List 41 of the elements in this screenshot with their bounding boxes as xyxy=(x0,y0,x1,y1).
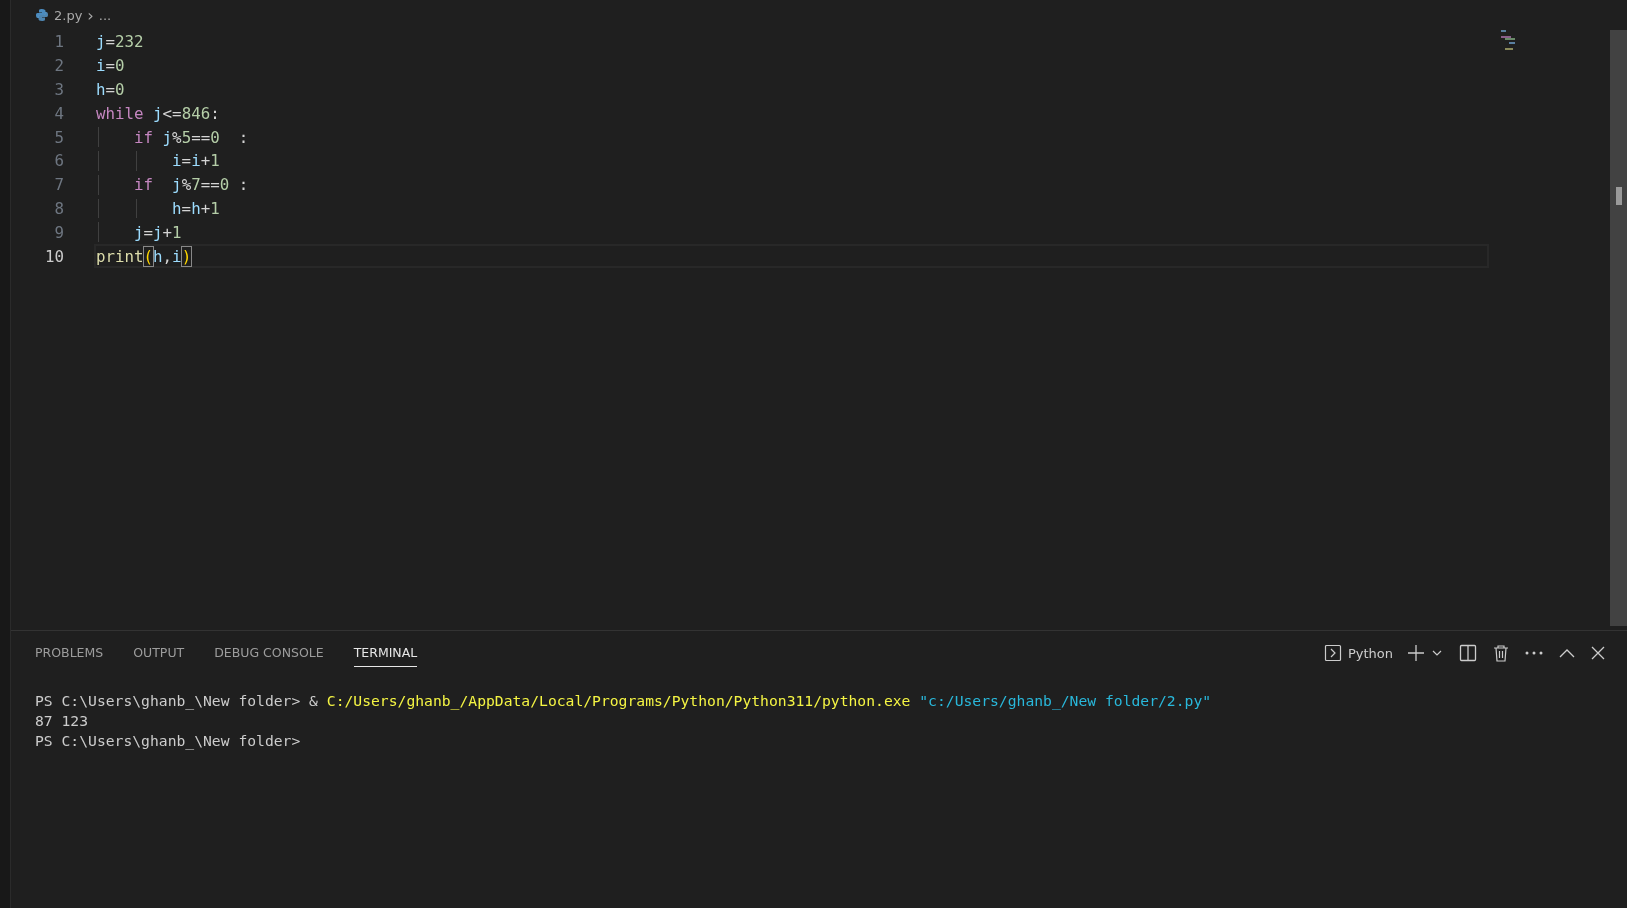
code-line: if j%5==0 : xyxy=(133,127,249,147)
line-number: 4 xyxy=(53,103,65,123)
line-number: 10 xyxy=(43,246,65,266)
terminal-line: PS C:\Users\ghanb_\New folder> xyxy=(35,731,301,751)
close-icon[interactable] xyxy=(1591,646,1605,660)
line-number: 7 xyxy=(53,175,65,195)
python-file-icon xyxy=(35,8,49,22)
line-number: 6 xyxy=(53,151,65,171)
breadcrumb-more[interactable]: ... xyxy=(98,7,112,23)
code-line: while j<=846: xyxy=(96,103,220,123)
code-line: i=i+1 xyxy=(171,151,220,171)
panel-tab[interactable]: PROBLEMS xyxy=(35,639,104,667)
code-line: print(h,i) xyxy=(96,246,192,266)
panel-tab[interactable]: TERMINAL xyxy=(353,639,418,667)
line-number: 8 xyxy=(53,198,65,218)
split-icon[interactable] xyxy=(1459,644,1477,662)
terminal-name[interactable]: Python xyxy=(1347,645,1393,661)
line-number: 1 xyxy=(53,32,65,52)
trash-icon[interactable] xyxy=(1493,644,1509,662)
code-line: j=232 xyxy=(96,32,144,52)
code-line: if j%7==0 : xyxy=(133,175,249,195)
code-line: h=0 xyxy=(96,80,125,99)
breadcrumb-file[interactable]: 2.py xyxy=(54,7,83,23)
panel-tab[interactable]: OUTPUT xyxy=(133,639,185,667)
breadcrumb-separator: › xyxy=(87,5,94,25)
line-number: 9 xyxy=(53,222,65,242)
code-line: h=h+1 xyxy=(171,198,220,218)
more-icon[interactable] xyxy=(1525,651,1543,655)
minimap-drawing xyxy=(1501,30,1517,50)
line-number: 2 xyxy=(53,56,65,76)
scrollbar[interactable] xyxy=(1610,30,1627,626)
terminal-icon xyxy=(1323,644,1342,662)
code-line: j=j+1 xyxy=(133,222,182,242)
panel-tab[interactable]: DEBUG CONSOLE xyxy=(214,639,324,667)
terminal-line: 87 123 xyxy=(35,711,89,731)
line-number: 5 xyxy=(53,127,65,147)
plus-icon[interactable] xyxy=(1407,644,1425,662)
code-line: i=0 xyxy=(96,56,125,76)
line-number: 3 xyxy=(53,80,65,99)
chevron-up-icon[interactable] xyxy=(1559,648,1575,658)
terminal-line: PS C:\Users\ghanb_\New folder> & C:/Users/ghanb_/AppData/Local/Programs/Python/Python311/python.exe "c:/Users/ghanb_/New folder/2.py" xyxy=(35,691,1212,711)
